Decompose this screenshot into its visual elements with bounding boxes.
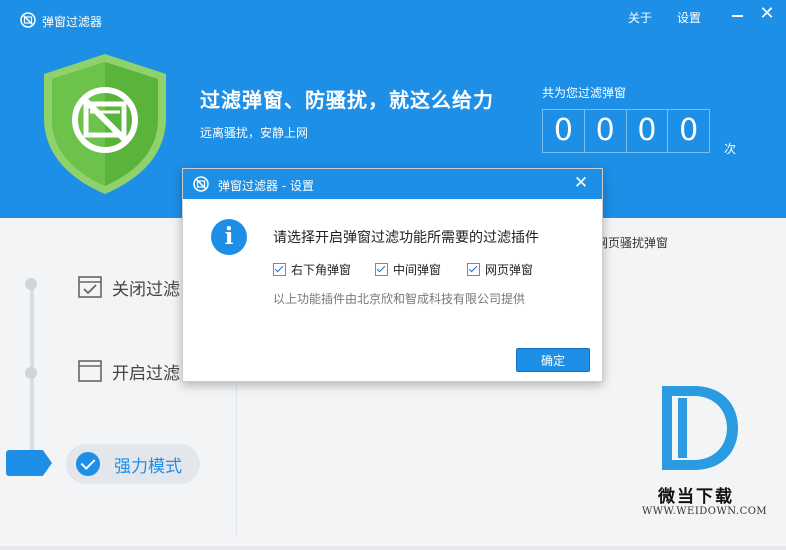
mode-open-filter-label: 开启过滤 bbox=[112, 363, 180, 384]
watermark-brand: 微当下载 bbox=[658, 487, 734, 507]
watermark-url: WWW.WEIDOWN.COM bbox=[642, 506, 768, 517]
content-divider bbox=[236, 384, 237, 534]
app-logo-icon bbox=[20, 12, 36, 28]
counter-digit: 0 bbox=[585, 110, 627, 152]
option-bottom-right-popup[interactable]: 右下角弹窗 bbox=[273, 261, 351, 278]
counter-digit: 0 bbox=[679, 113, 699, 148]
mode-strong[interactable]: 强力模式 bbox=[66, 444, 200, 484]
info-icon: i bbox=[211, 219, 247, 255]
option-webpage-popup[interactable]: 网页弹窗 bbox=[467, 261, 533, 278]
active-mode-pointer bbox=[6, 450, 52, 476]
checkbox-checked[interactable] bbox=[375, 263, 388, 276]
settings-dialog: 弹窗过滤器 - 设置 ✕ i 请选择开启弹窗过滤功能所需要的过滤插件 右下角弹窗… bbox=[182, 168, 603, 382]
counter-label: 共为您过滤弹窗 bbox=[542, 86, 627, 100]
settings-link[interactable]: 设置 bbox=[677, 9, 701, 26]
watermark: 微当下载 WWW.WEIDOWN.COM bbox=[642, 382, 767, 522]
about-link[interactable]: 关于 bbox=[628, 9, 652, 26]
mode-open-filter[interactable]: 开启过滤 bbox=[78, 356, 180, 386]
dialog-note: 以上功能插件由北京欣和智成科技有限公司提供 bbox=[273, 292, 526, 306]
hero-slogan: 过滤弹窗、防骚扰，就这么给力 bbox=[200, 88, 494, 112]
checkbox-checked[interactable] bbox=[467, 263, 480, 276]
option-center-popup[interactable]: 中间弹窗 bbox=[375, 261, 441, 278]
ok-button[interactable]: 确定 bbox=[516, 348, 590, 372]
counter-digit: 0 bbox=[627, 110, 669, 152]
option-label: 右下角弹窗 bbox=[291, 263, 352, 277]
window-check-icon bbox=[78, 276, 102, 298]
weidown-logo-icon bbox=[662, 386, 738, 470]
app-title: 弹窗过滤器 bbox=[42, 15, 103, 29]
dialog-titlebar: 弹窗过滤器 - 设置 ✕ bbox=[183, 169, 602, 199]
mode-close-filter[interactable]: 关闭过滤 bbox=[78, 272, 180, 302]
counter-unit: 次 bbox=[724, 142, 737, 156]
title-bar: 弹窗过滤器 关于 设置 ✕ bbox=[0, 0, 786, 40]
filtered-counter: 0 0 0 0 bbox=[542, 109, 710, 153]
dialog-title: 弹窗过滤器 - 设置 bbox=[218, 179, 314, 193]
timeline-dot bbox=[25, 278, 37, 290]
background-option-label: 网页骚扰弹窗 bbox=[596, 236, 669, 250]
bottom-border bbox=[0, 546, 786, 550]
close-button[interactable]: ✕ bbox=[757, 4, 777, 24]
minimize-button[interactable] bbox=[728, 4, 748, 24]
hero-sub-slogan: 远离骚扰，安静上网 bbox=[200, 126, 309, 140]
timeline-dot bbox=[25, 367, 37, 379]
check-circle-icon bbox=[76, 452, 100, 476]
counter-digit: 0 bbox=[543, 110, 585, 152]
shield-icon bbox=[44, 54, 166, 194]
option-label: 网页弹窗 bbox=[485, 263, 534, 277]
window-icon bbox=[78, 360, 102, 382]
option-label: 中间弹窗 bbox=[393, 263, 442, 277]
dialog-message: 请选择开启弹窗过滤功能所需要的过滤插件 bbox=[273, 230, 539, 246]
app-logo-icon bbox=[193, 176, 209, 192]
dialog-close-button[interactable]: ✕ bbox=[571, 173, 591, 193]
mode-strong-label: 强力模式 bbox=[114, 456, 182, 477]
checkbox-checked[interactable] bbox=[273, 263, 286, 276]
mode-close-filter-label: 关闭过滤 bbox=[112, 279, 180, 300]
